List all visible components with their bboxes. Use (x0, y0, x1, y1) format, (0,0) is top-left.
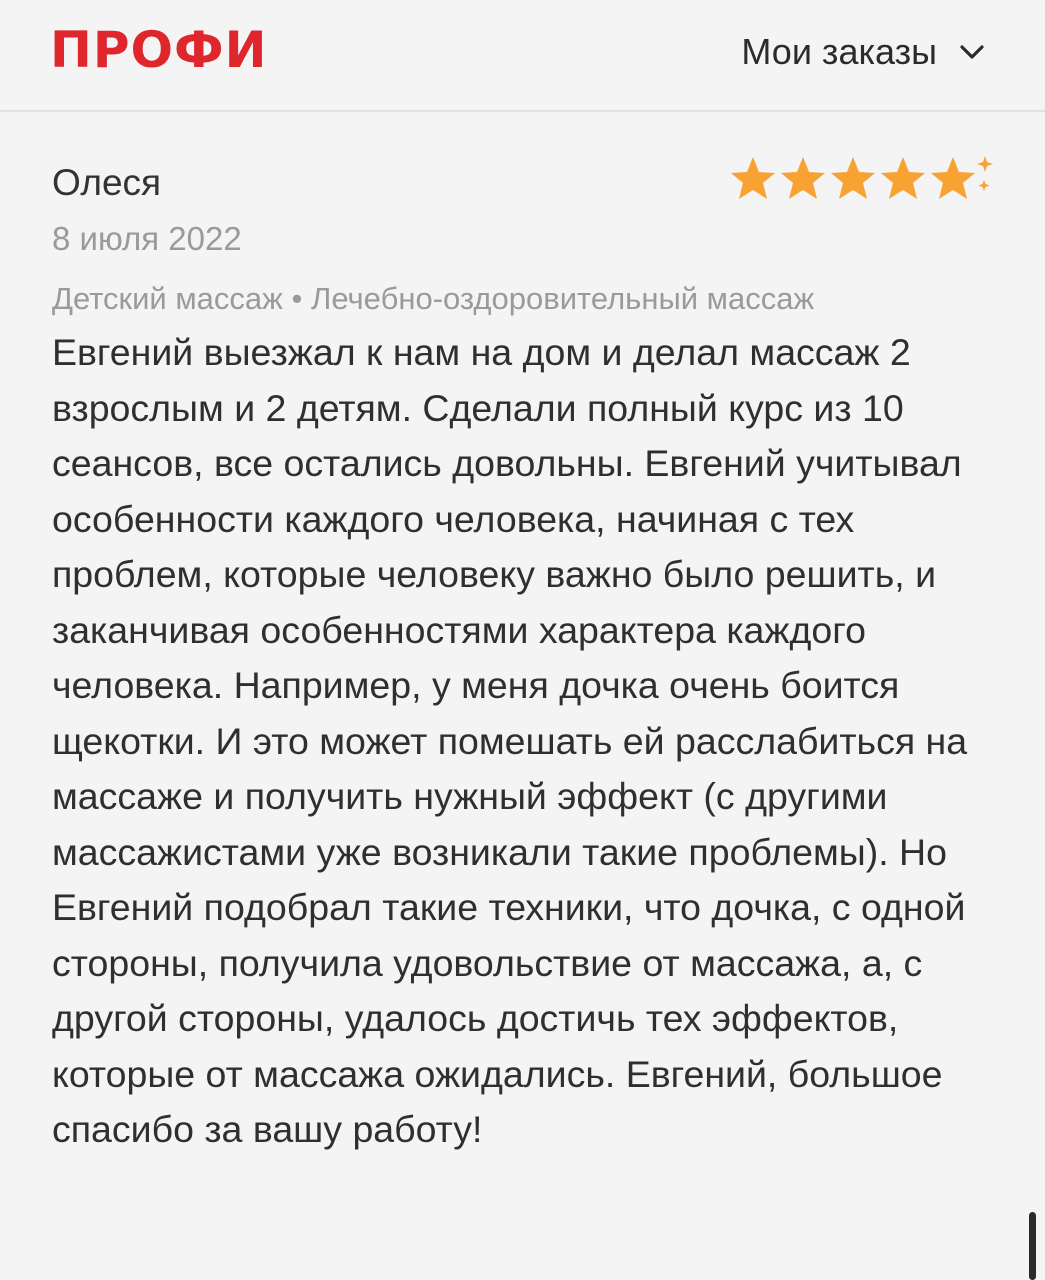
review-text: Евгений выезжал к нам на дом и делал мас… (52, 331, 968, 1150)
top-header: ПРОФИ Мои заказы (0, 0, 1045, 112)
review-date: 8 июля 2022 (52, 220, 242, 257)
scrollbar[interactable] (1029, 1212, 1036, 1280)
review-author: Олеся (52, 162, 162, 203)
review-categories: Детский массаж • Лечебно-оздоровительный… (52, 281, 815, 316)
review-card: Олеся 8 июля 2022 Детский массаж • Лечеб… (52, 160, 1002, 1158)
profi-logo[interactable]: ПРОФИ (50, 22, 267, 78)
chevron-down-icon (960, 45, 984, 59)
my-orders-menu[interactable]: Мои заказы (741, 30, 985, 74)
my-orders-label: Мои заказы (741, 31, 937, 72)
